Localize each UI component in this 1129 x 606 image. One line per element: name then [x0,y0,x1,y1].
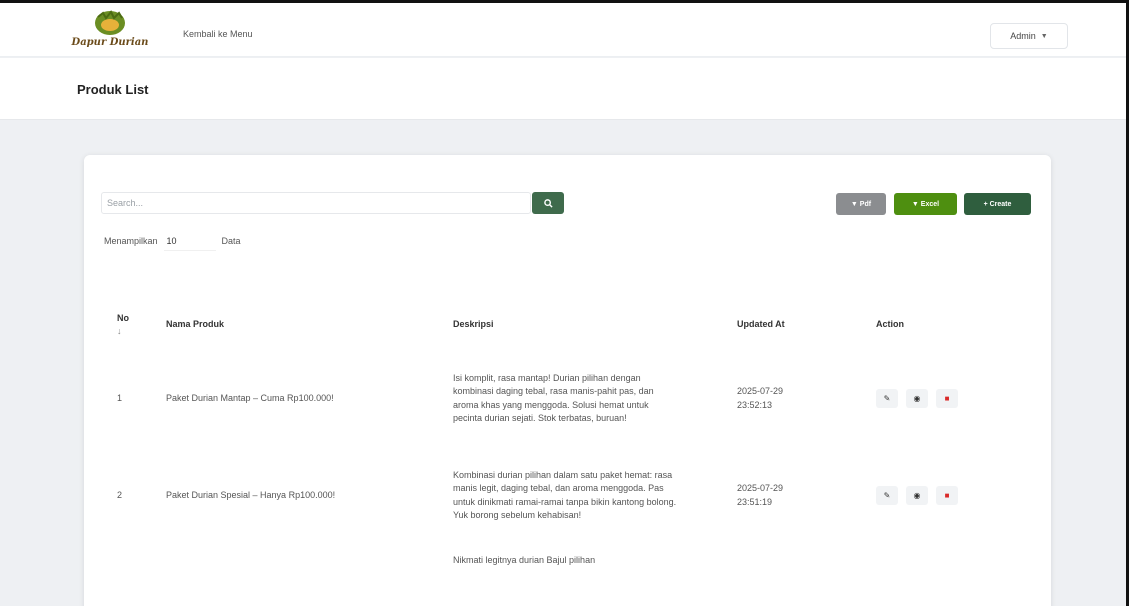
row-no: 2 [117,489,123,500]
table-row: 1 Paket Durian Mantap – Cuma Rp100.000! … [104,350,1006,447]
row-no: 1 [117,392,123,403]
row-updated: 2025-07-29 23:51:19 [737,447,876,544]
page-size-input[interactable] [163,231,216,251]
search-input[interactable] [101,192,531,214]
eye-icon[interactable]: ◉ [906,389,928,408]
product-table: No ↓ Nama Produk Deskripsi Updated At Ac… [104,298,1006,584]
page-header: Produk List [0,58,1126,120]
row-time: 23:52:13 [737,399,773,410]
product-list-card: Menampilkan Data ▼ Pdf ▼ Excel + Create … [84,155,1051,606]
show-suffix: Data [221,236,241,246]
row-desc-text: Kombinasi durian pilihan dalam satu pake… [453,469,677,521]
row-desc: Isi komplit, rasa mantap! Durian pilihan… [453,350,737,447]
row-actions: ✎ ◉ ■ [876,447,1006,544]
user-menu-dropdown[interactable]: Admin ▼ [990,23,1068,49]
eye-icon[interactable]: ◉ [906,486,928,505]
header-name: Nama Produk [166,319,225,329]
header-no[interactable]: No ↓ [104,298,166,350]
pencil-icon[interactable]: ✎ [876,389,898,408]
header-action: Action [876,319,904,329]
user-name: Admin [1010,31,1036,41]
back-to-menu-link[interactable]: Kembali ke Menu [183,29,253,39]
row-name: Paket Durian Spesial – Hanya Rp100.000! [166,489,336,500]
row-no [104,544,166,584]
create-button[interactable]: + Create [964,193,1031,215]
show-label: Menampilkan [104,236,158,246]
table-header-row: No ↓ Nama Produk Deskripsi Updated At Ac… [104,298,1006,350]
row-date: 2025-07-29 [737,483,784,493]
row-desc-text: Isi komplit, rasa mantap! Durian pilihan… [453,372,654,424]
top-navbar: Dapur Durian Kembali ke Menu Admin ▼ [0,3,1126,57]
row-updated [737,544,876,584]
row-actions: ✎ ◉ ■ [876,350,1006,447]
header-no-label: No [117,312,129,323]
row-actions [876,544,1006,584]
export-excel-button[interactable]: ▼ Excel [894,193,957,215]
sort-arrow-icon[interactable]: ↓ [117,326,166,336]
row-desc-text: Nikmati legitnya durian Bajul pilihan [453,555,596,565]
export-pdf-button[interactable]: ▼ Pdf [836,193,886,215]
trash-icon[interactable]: ■ [936,486,958,505]
table-row: 2 Paket Durian Spesial – Hanya Rp100.000… [104,447,1006,544]
row-updated: 2025-07-29 23:52:13 [737,350,876,447]
pencil-icon[interactable]: ✎ [876,486,898,505]
logo-text: Dapur Durian [71,37,149,48]
row-desc: Kombinasi durian pilihan dalam satu pake… [453,447,737,544]
header-desc: Deskripsi [453,319,494,329]
search-button[interactable] [532,192,564,214]
table-row: Nikmati legitnya durian Bajul pilihan [104,544,1006,584]
row-time: 23:51:19 [737,496,773,507]
search-icon [543,198,553,208]
row-name: Paket Durian Mantap – Cuma Rp100.000! [166,392,334,403]
page-size-control: Menampilkan Data [104,231,241,251]
row-date: 2025-07-29 [737,386,784,396]
trash-icon[interactable]: ■ [936,389,958,408]
chevron-down-icon: ▼ [1040,32,1048,40]
header-updated: Updated At [737,319,785,329]
row-desc: Nikmati legitnya durian Bajul pilihan [453,544,737,584]
row-name [166,544,453,584]
page-title: Produk List [77,82,149,97]
